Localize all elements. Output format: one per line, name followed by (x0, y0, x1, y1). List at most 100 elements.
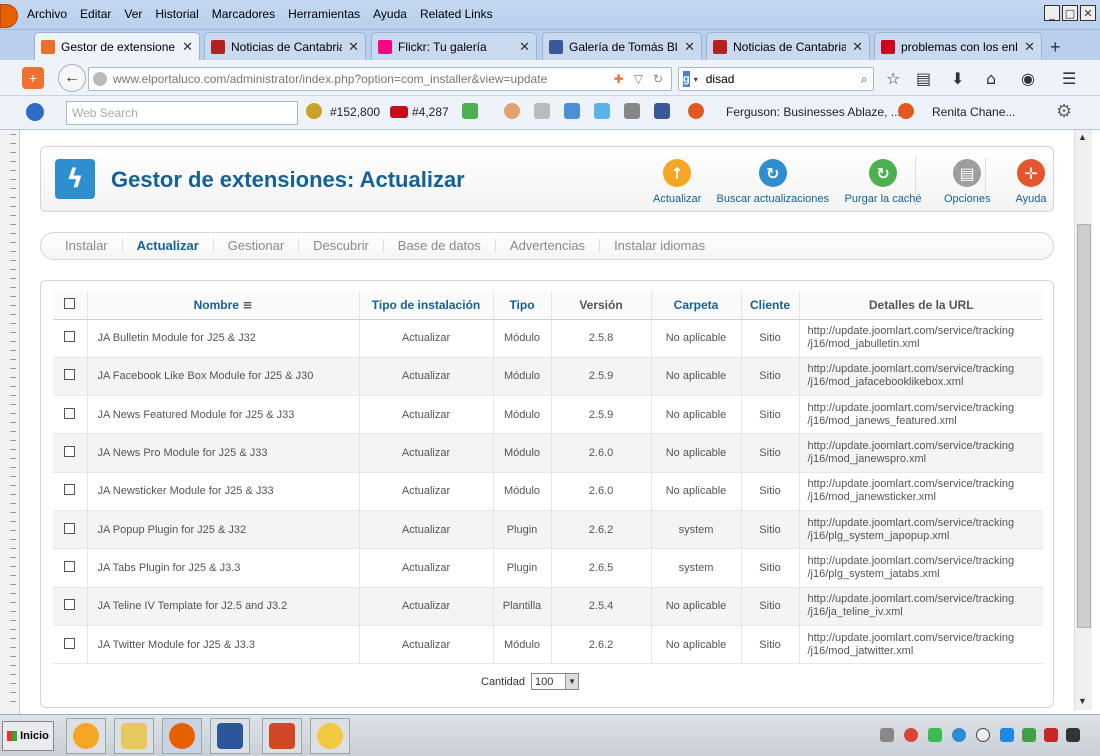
tab-close-icon[interactable]: ✕ (1024, 39, 1035, 55)
browser-tab[interactable]: Gestor de extensione... ✕ (34, 32, 200, 60)
col-install-type[interactable]: Tipo de instalación (359, 291, 494, 320)
tray-drive-icon[interactable] (928, 728, 942, 742)
search-input[interactable] (705, 72, 861, 86)
link-icon[interactable] (462, 103, 478, 119)
menu-item[interactable]: Editar (80, 7, 111, 21)
taskbar-paint[interactable] (262, 718, 302, 754)
row-checkbox-cell[interactable] (53, 510, 88, 550)
row-checkbox[interactable] (64, 369, 76, 381)
taskbar-word[interactable] (210, 718, 250, 754)
browser-tab[interactable]: Noticias de Cantabria... ✕ (706, 32, 870, 60)
row-checkbox-cell[interactable] (53, 395, 88, 435)
settings-gear-icon[interactable]: ⚙ (1056, 101, 1072, 122)
toolbar-lifebuoy-button[interactable]: ✛ Ayuda (1016, 159, 1047, 205)
table-row[interactable]: JA Facebook Like Box Module for J25 & J3… (53, 357, 1043, 397)
row-checkbox-cell[interactable] (53, 472, 88, 511)
alexa-icon[interactable] (306, 103, 322, 119)
row-checkbox-cell[interactable] (53, 587, 88, 626)
submenu-item[interactable]: Base de datos (384, 239, 496, 253)
tab-close-icon[interactable]: ✕ (348, 39, 359, 55)
row-checkbox[interactable] (64, 484, 76, 496)
back-button[interactable]: ← (58, 64, 86, 92)
tray-chrome-icon[interactable] (904, 728, 918, 742)
row-checkbox[interactable] (64, 446, 76, 458)
row-checkbox[interactable] (64, 599, 76, 611)
tab-title[interactable]: Gestor de extensione... (61, 40, 176, 54)
menu-item[interactable]: Ver (124, 7, 142, 21)
table-row[interactable]: JA News Featured Module for J25 & J33 Act… (53, 395, 1043, 435)
toolbar-options-button[interactable]: ▤ Opciones (944, 159, 990, 205)
browser-tab[interactable]: problemas con los enl... ✕ (874, 32, 1042, 60)
new-tab-button[interactable]: + (1050, 37, 1061, 58)
reload-icon[interactable]: ↻ (653, 72, 663, 86)
row-checkbox-cell[interactable] (53, 433, 88, 473)
browser-tab[interactable]: Galería de Tomás Bla... ✕ (542, 32, 702, 60)
engine-dropdown-icon[interactable]: ▾ (694, 75, 698, 84)
tray-network-icon[interactable] (1000, 728, 1014, 742)
sparkle-icon[interactable] (594, 103, 610, 119)
browser-tab[interactable]: Flickr: Tu galería ✕ (371, 32, 537, 60)
tab-close-icon[interactable]: ✕ (182, 39, 193, 55)
submenu-item[interactable]: Advertencias (496, 239, 601, 253)
facebook-icon[interactable] (654, 103, 670, 119)
tab-close-icon[interactable]: ✕ (684, 39, 695, 55)
menu-icon[interactable]: ☰ (1062, 69, 1076, 88)
taskbar-app[interactable] (310, 718, 350, 754)
minimize-button[interactable]: _ (1044, 5, 1060, 21)
row-checkbox[interactable] (64, 637, 76, 649)
table-row[interactable]: JA Twitter Module for J25 & J3.3 Actualiz… (53, 625, 1043, 665)
bookmark-2[interactable]: Renita Chane... (932, 105, 1015, 119)
tray-bell-icon[interactable] (880, 728, 894, 742)
tab-close-icon[interactable]: ✕ (519, 39, 530, 55)
tab-title[interactable]: Flickr: Tu galería (398, 40, 513, 54)
addon-bar-icon[interactable]: ✚ (614, 72, 624, 86)
browser-tab[interactable]: Noticias de Cantabria... ✕ (204, 32, 366, 60)
sort-icon[interactable]: ≡ (242, 298, 252, 312)
table-row[interactable]: JA Bulletin Module for J25 & J32 Actualiz… (53, 319, 1043, 358)
chevron-down-icon[interactable]: ▼ (565, 674, 579, 689)
list-limit-select[interactable]: 100 ▼ (531, 673, 580, 690)
search-bar[interactable]: g ▾ ⌕ (678, 67, 874, 91)
tab-close-icon[interactable]: ✕ (852, 39, 863, 55)
vertical-scrollbar[interactable]: ▲ ▼ (1074, 130, 1092, 710)
tray-acrobat-icon[interactable] (1044, 728, 1058, 742)
home-icon[interactable]: ⌂ (986, 69, 996, 88)
taskbar-firefox[interactable] (162, 718, 202, 754)
search-icon[interactable]: ⌕ (861, 72, 868, 87)
row-checkbox-cell[interactable] (53, 548, 88, 588)
url-text[interactable]: www.elportaluco.com/administrator/index.… (113, 72, 614, 86)
google-icon[interactable]: g (683, 71, 690, 87)
col-client[interactable]: Cliente (741, 291, 800, 320)
row-checkbox[interactable] (64, 407, 76, 419)
scroll-down-icon[interactable]: ▼ (1078, 696, 1087, 706)
select-all-header[interactable] (53, 291, 88, 320)
ask-icon[interactable] (26, 103, 44, 121)
sync-icon[interactable]: ◉ (1021, 69, 1035, 88)
image-icon[interactable] (534, 103, 550, 119)
url-bar[interactable]: www.elportaluco.com/administrator/index.… (88, 67, 672, 91)
dropdown-icon[interactable]: ▽ (634, 72, 643, 86)
web-search-input[interactable]: Web Search (66, 101, 298, 125)
row-checkbox[interactable] (64, 522, 76, 534)
toolbar-upload-button[interactable]: ↑ Actualizar (653, 159, 701, 205)
col-type[interactable]: Tipo (493, 291, 552, 320)
row-checkbox-cell[interactable] (53, 319, 88, 358)
bookmark-1[interactable]: Ferguson: Businesses Ablaze, ... (726, 105, 901, 119)
menu-item[interactable]: Herramientas (288, 7, 360, 21)
scrollbar-thumb[interactable] (1077, 224, 1091, 628)
clipboard-icon[interactable] (564, 103, 580, 119)
submenu-item[interactable]: Instalar idiomas (600, 239, 719, 253)
table-row[interactable]: JA Tabs Plugin for J25 & J3.3 Actualizar P… (53, 548, 1043, 588)
taskbar-explorer[interactable] (114, 718, 154, 754)
scroll-up-icon[interactable]: ▲ (1078, 132, 1087, 142)
fire-icon-2[interactable] (898, 103, 914, 119)
tray-speaker-icon[interactable] (1066, 728, 1080, 742)
close-window-button[interactable]: ✕ (1080, 5, 1096, 21)
row-checkbox-cell[interactable] (53, 357, 88, 397)
row-checkbox[interactable] (64, 331, 76, 343)
reading-list-icon[interactable]: ▤ (916, 69, 931, 88)
tray-sync-icon[interactable] (952, 728, 966, 742)
menu-item[interactable]: Marcadores (212, 7, 275, 21)
col-name-label[interactable]: Nombre (194, 298, 239, 312)
tab-title[interactable]: Galería de Tomás Bla... (569, 40, 678, 54)
